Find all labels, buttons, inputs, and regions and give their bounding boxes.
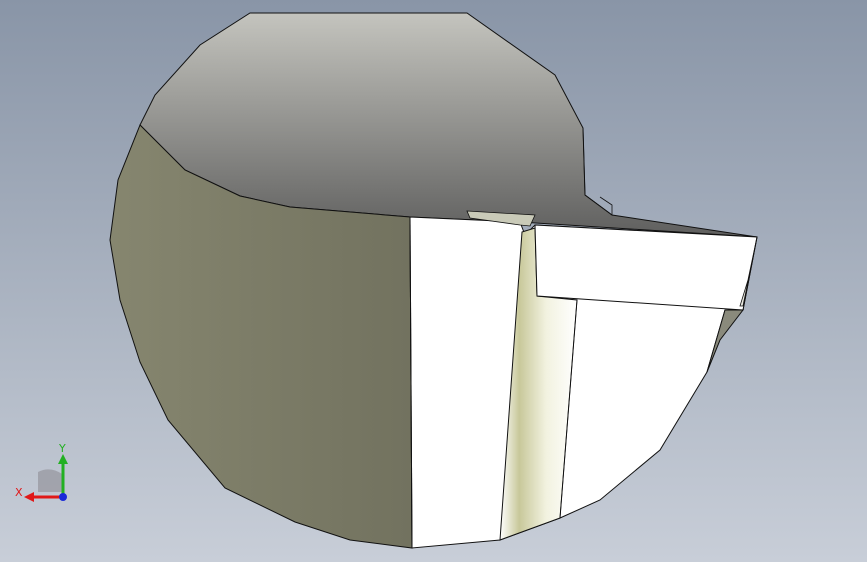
triad-x-arrow — [24, 492, 34, 502]
triad-z-axis — [59, 493, 67, 501]
viewport-canvas[interactable] — [0, 0, 867, 562]
coordinate-triad: Y X — [15, 442, 68, 502]
triad-x-label: X — [15, 486, 23, 499]
triad-y-label: Y — [58, 442, 66, 455]
triad-plane-icon — [38, 469, 62, 492]
triad-y-arrow — [58, 454, 68, 464]
part-tab[interactable] — [534, 224, 758, 311]
graphics-viewport[interactable]: Y X — [0, 0, 867, 562]
